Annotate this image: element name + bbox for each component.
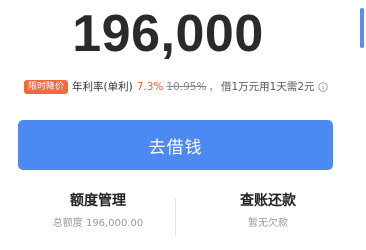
info-icon[interactable] xyxy=(317,82,328,92)
bills-status: 暂无欠款 xyxy=(248,218,288,229)
rate-description: 借1万元用1天需2元 xyxy=(220,81,315,93)
rate-info: 限时降价 年利率(单利) 7.3% 10.95% ， 借1万元用1天需2元 xyxy=(24,78,328,96)
quota-management[interactable]: 额度管理 总额度 196,000.00 xyxy=(18,190,178,232)
bill-repayment[interactable]: 查账还款 暂无欠款 xyxy=(188,190,348,232)
column-divider xyxy=(175,198,176,236)
quota-total: 总额度 196,000.00 xyxy=(52,218,144,229)
bottom-actions: 额度管理 总额度 196,000.00 查账还款 暂无欠款 xyxy=(0,190,336,250)
scroll-indicator[interactable] xyxy=(360,8,364,48)
quota-title: 额度管理 xyxy=(70,193,126,209)
borrow-button[interactable]: 去借钱 xyxy=(18,120,333,170)
bills-title: 查账还款 xyxy=(240,193,296,209)
rate-label: 年利率(单利) xyxy=(72,81,133,93)
promo-badge: 限时降价 xyxy=(24,80,69,94)
rate-new: 7.3% xyxy=(136,81,164,93)
rate-separator: ， xyxy=(208,81,219,93)
rate-old: 10.95% xyxy=(166,81,207,93)
available-amount: 196,000 xyxy=(72,5,264,63)
